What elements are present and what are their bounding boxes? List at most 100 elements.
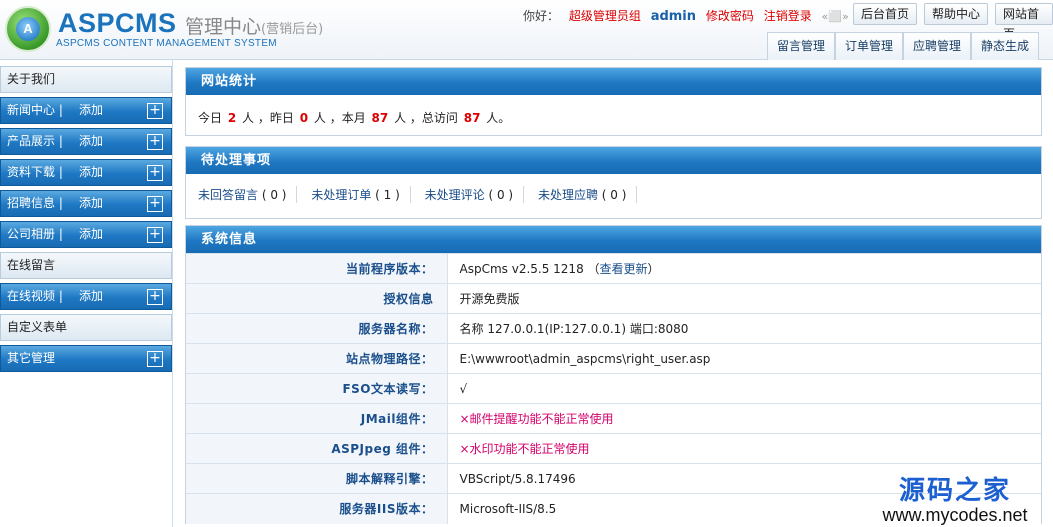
row-key: 当前程序版本：	[186, 253, 448, 284]
admin-home-button[interactable]: 后台首页	[853, 3, 918, 25]
row-value: E:\wwwroot\admin_aspcms\right_user.asp	[447, 343, 1041, 374]
sidebar-item-label[interactable]: 招聘信息 |	[7, 196, 63, 210]
brand-subtitle: ASPCMS CONTENT MANAGEMENT SYSTEM	[56, 38, 277, 49]
pending-count: ( 0 )	[261, 188, 287, 202]
pending-title: 待处理事项	[186, 147, 1041, 174]
pending-list: 未回答留言 ( 0 ) 未处理订单 ( 1 ) 未处理评论 ( 0 ) 未处理应…	[186, 174, 1041, 218]
table-row: JMail组件： ×邮件提醒功能不能正常使用	[186, 403, 1041, 434]
version-text: AspCms v2.5.5 1218 （	[459, 262, 600, 276]
sidebar-item-products[interactable]: 产品展示 | 添加 +	[0, 128, 172, 155]
sidebar-item-label[interactable]: 公司相册 |	[7, 227, 63, 241]
pending-count: ( 0 )	[601, 188, 627, 202]
row-value: AspCms v2.5.5 1218 （查看更新）	[447, 253, 1041, 284]
sidebar-item-news[interactable]: 新闻中心 | 添加 +	[0, 97, 172, 124]
total-count: 87	[463, 111, 481, 125]
brand-title-main: 管理中心	[185, 16, 262, 38]
toggle-arrows-icon[interactable]: «⬜»	[822, 10, 849, 23]
row-value: 开源免费版	[447, 283, 1041, 314]
add-link[interactable]: 添加	[79, 191, 103, 216]
sidebar-item-label[interactable]: 在线视频 |	[7, 289, 63, 303]
sidebar-item-jobs[interactable]: 招聘信息 | 添加 +	[0, 190, 172, 217]
version-tail: ）	[647, 262, 660, 276]
row-value: 名称 127.0.0.1(IP:127.0.0.1) 端口:8080	[447, 313, 1041, 344]
add-link[interactable]: 添加	[79, 98, 103, 123]
sidebar-item-video[interactable]: 在线视频 | 添加 +	[0, 283, 172, 310]
username: admin	[650, 9, 697, 24]
stats-text: 人 ，总访问	[394, 111, 458, 125]
sidebar-item-about[interactable]: 关于我们	[0, 66, 172, 93]
brand-title-sub: (营销后台)	[261, 22, 324, 37]
add-link[interactable]: 添加	[79, 222, 103, 247]
expand-plus-icon[interactable]: +	[147, 227, 163, 243]
row-key: JMail组件：	[186, 403, 448, 434]
pending-link[interactable]: 未处理评论	[425, 188, 485, 202]
pending-item-orders: 未处理订单 ( 1 )	[311, 186, 411, 203]
expand-plus-icon[interactable]: +	[147, 165, 163, 181]
sidebar-item-album[interactable]: 公司相册 | 添加 +	[0, 221, 172, 248]
month-count: 87	[371, 111, 389, 125]
aspcms-logo: A	[5, 6, 51, 52]
logout-link[interactable]: 注销登录	[764, 9, 812, 23]
row-key: 服务器名称：	[186, 313, 448, 344]
sidebar-item-guestbook[interactable]: 在线留言	[0, 252, 172, 279]
pending-panel: 待处理事项 未回答留言 ( 0 ) 未处理订单 ( 1 ) 未处理评论 ( 0 …	[185, 146, 1042, 219]
row-key: ASPJpeg 组件：	[186, 433, 448, 464]
nav-tabs: 留言管理 订单管理 应聘管理 静态生成	[767, 32, 1040, 60]
sidebar: 关于我们 新闻中心 | 添加 + 产品展示 | 添加 + 资料下载 | 添加 +…	[0, 66, 172, 376]
tab-applications[interactable]: 应聘管理	[903, 32, 972, 60]
help-center-button[interactable]: 帮助中心	[924, 3, 989, 25]
sidebar-item-downloads[interactable]: 资料下载 | 添加 +	[0, 159, 172, 186]
watermark: 源码之家 www.mycodes.net	[855, 470, 1053, 526]
site-stats-title: 网站统计	[186, 68, 1041, 95]
expand-plus-icon[interactable]: +	[147, 351, 163, 367]
add-link[interactable]: 添加	[79, 160, 103, 185]
check-update-link[interactable]: 查看更新	[600, 262, 648, 276]
sidebar-item-label[interactable]: 产品展示 |	[7, 134, 63, 148]
sidebar-item-label[interactable]: 其它管理	[7, 351, 55, 365]
row-value-warning: ×水印功能不能正常使用	[447, 433, 1041, 464]
add-link[interactable]: 添加	[79, 284, 103, 309]
user-bar: 你好： 超级管理员组 admin 修改密码 注销登录 «⬜»	[523, 7, 855, 24]
pending-link[interactable]: 未回答留言	[198, 188, 258, 202]
change-password-link[interactable]: 修改密码	[706, 9, 754, 23]
brand-name: ASPCMS	[58, 8, 177, 38]
add-link[interactable]: 添加	[79, 129, 103, 154]
logo-letter: A	[16, 17, 40, 41]
sidebar-item-label[interactable]: 资料下载 |	[7, 165, 63, 179]
system-info-title: 系统信息	[186, 226, 1041, 253]
watermark-title: 源码之家	[898, 476, 1011, 506]
sidebar-item-label[interactable]: 新闻中心 |	[7, 103, 63, 117]
row-key: 服务器IIS版本：	[186, 493, 448, 524]
row-key: FSO文本读写：	[186, 373, 448, 404]
stats-text: 人 ，昨日	[242, 111, 294, 125]
pending-link[interactable]: 未处理订单	[311, 188, 371, 202]
table-row: 当前程序版本： AspCms v2.5.5 1218 （查看更新）	[186, 253, 1041, 284]
expand-plus-icon[interactable]: +	[147, 103, 163, 119]
pending-count: ( 0 )	[488, 188, 514, 202]
pending-count: ( 1 )	[375, 188, 400, 202]
site-stats-panel: 网站统计 今日 2 人 ，昨日 0 人 ，本月 87 人 ，总访问 87 人。	[185, 67, 1042, 136]
site-home-button[interactable]: 网站首页	[995, 3, 1053, 41]
stats-text: 人。	[486, 111, 511, 125]
pending-link[interactable]: 未处理应聘	[538, 188, 598, 202]
tab-messages[interactable]: 留言管理	[767, 32, 836, 60]
pending-item-comments: 未处理评论 ( 0 )	[425, 186, 525, 203]
pending-item-messages: 未回答留言 ( 0 )	[198, 186, 298, 203]
sidebar-divider	[172, 60, 173, 527]
tab-orders[interactable]: 订单管理	[835, 32, 904, 60]
yesterday-count: 0	[299, 111, 309, 125]
table-row: FSO文本读写： √	[186, 373, 1041, 404]
tab-static-generate[interactable]: 静态生成	[971, 32, 1040, 60]
row-key: 授权信息	[186, 283, 448, 314]
pending-item-applications: 未处理应聘 ( 0 )	[538, 186, 638, 203]
table-row: 站点物理路径： E:\wwwroot\admin_aspcms\right_us…	[186, 343, 1041, 374]
sidebar-item-other[interactable]: 其它管理 +	[0, 345, 172, 372]
today-count: 2	[227, 111, 237, 125]
expand-plus-icon[interactable]: +	[147, 196, 163, 212]
expand-plus-icon[interactable]: +	[147, 289, 163, 305]
header: A ASPCMS 管理中心(营销后台) ASPCMS CONTENT MANAG…	[0, 0, 1053, 60]
stats-text: 人 ，本月	[313, 111, 366, 125]
sidebar-item-custom-form[interactable]: 自定义表单	[0, 314, 172, 341]
expand-plus-icon[interactable]: +	[147, 134, 163, 150]
watermark-url: www.mycodes.net	[882, 505, 1028, 525]
